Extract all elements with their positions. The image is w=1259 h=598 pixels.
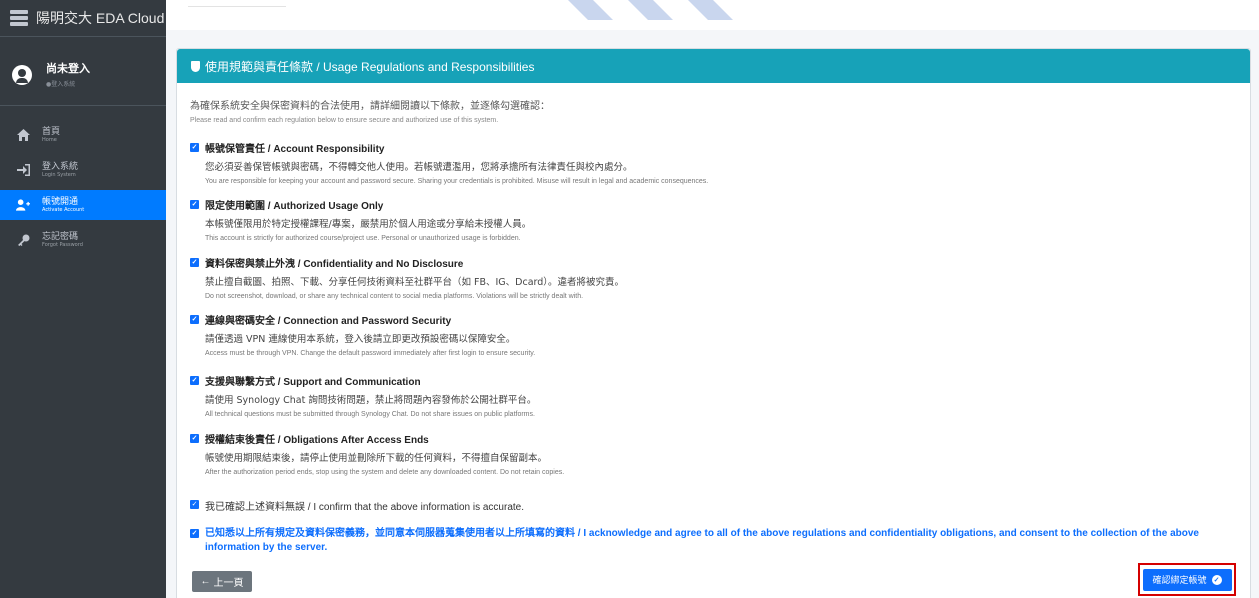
rule-checkbox[interactable]: ✓	[190, 258, 199, 267]
confirm-agree-regulations[interactable]: ✓ 已知悉以上所有規定及資料保密義務，並同意本伺服器蒐集使用者以上所填寫的資料 …	[190, 527, 1230, 555]
usage-regulations-card: 使用規範與責任條款 / Usage Regulations and Respon…	[176, 48, 1251, 598]
rule-en: All technical questions must be submitte…	[205, 411, 535, 418]
rule-title: 連線與密碼安全 / Connection and Password Securi…	[205, 316, 452, 327]
server-icon	[10, 10, 28, 26]
user-panel: 尚未登入 ●登入系統	[0, 44, 166, 106]
user-avatar-icon	[12, 64, 32, 85]
rule-title: 授權結束後責任 / Obligations After Access Ends	[205, 435, 429, 446]
intro: 為確保系統安全與保密資料的合法使用，請詳細閱讀以下條款，並逐條勾選確認： Ple…	[190, 97, 550, 124]
shield-icon	[191, 60, 200, 72]
intro-en: Please read and confirm each regulation …	[190, 117, 499, 124]
logo-watermark-icon	[568, 0, 733, 20]
rule-zh: 請僅透過 VPN 連線使用本系統，登入後請立即更改預設密碼以保障安全。	[205, 334, 516, 345]
intro-zh: 為確保系統安全與保密資料的合法使用，請詳細閱讀以下條款，並逐條勾選確認：	[190, 101, 550, 112]
arrow-left-icon: ←	[200, 576, 211, 587]
brand[interactable]: 陽明交大 EDA Cloud	[0, 0, 166, 37]
rule-obligations-after-access: ✓ 授權結束後責任 / Obligations After Access Ends…	[190, 431, 564, 476]
user-plus-icon	[16, 198, 30, 212]
rule-connection-security: ✓ 連線與密碼安全 / Connection and Password Secur…	[190, 312, 535, 357]
user-status: ●登入系統	[46, 80, 76, 88]
highlight-box: 確認綁定帳號 ✓	[1138, 563, 1236, 596]
rule-confidentiality: ✓ 資料保密與禁止外洩 / Confidentiality and No Disc…	[190, 255, 624, 300]
rule-en: Do not screenshot, download, or share an…	[205, 293, 584, 300]
sidebar-nav: 首頁 Home 登入系統 Login System 帳號開通 Activate …	[0, 120, 166, 255]
rule-title: 資料保密與禁止外洩 / Confidentiality and No Discl…	[205, 259, 464, 270]
rule-checkbox[interactable]: ✓	[190, 376, 199, 385]
rule-account-responsibility: ✓ 帳號保管責任 / Account Responsibility 您必須妥善保管…	[190, 140, 708, 185]
rule-en: Access must be through VPN. Change the d…	[205, 350, 536, 357]
user-name: 尚未登入	[46, 61, 90, 75]
home-icon	[16, 128, 30, 142]
sidebar-item-label: 帳號開通	[42, 196, 79, 207]
app-title: 陽明交大 EDA Cloud	[36, 10, 165, 26]
confirm-button-label: 確認綁定帳號	[1152, 575, 1207, 585]
key-icon	[16, 233, 30, 247]
rule-authorized-usage: ✓ 限定使用範圍 / Authorized Usage Only 本帳號僅限用於特…	[190, 197, 531, 242]
confirm-checkbox[interactable]: ✓	[190, 529, 199, 538]
rule-en: You are responsible for keeping your acc…	[205, 178, 709, 185]
rule-checkbox[interactable]: ✓	[190, 143, 199, 152]
confirm-info-accurate[interactable]: ✓ 我已確認上述資料無誤 / I confirm that the above …	[190, 498, 524, 513]
back-button[interactable]: ← 上一頁	[192, 571, 252, 592]
rule-checkbox[interactable]: ✓	[190, 434, 199, 443]
rule-title: 限定使用範圍 / Authorized Usage Only	[205, 201, 384, 212]
rule-en: This account is strictly for authorized …	[205, 235, 521, 242]
confirm-label: 我已確認上述資料無誤 / I confirm that the above in…	[205, 502, 524, 513]
confirm-checkbox[interactable]: ✓	[190, 500, 199, 509]
sidebar-item-forgot-password[interactable]: 忘記密碼 Forgot Password	[0, 225, 166, 255]
card-header: 使用規範與責任條款 / Usage Regulations and Respon…	[177, 49, 1250, 83]
sidebar-item-label: 忘記密碼	[42, 231, 79, 242]
rule-zh: 請使用 Synology Chat 詢問技術問題，禁止將問題內容發佈於公開社群平…	[205, 395, 537, 406]
sidebar-item-home[interactable]: 首頁 Home	[0, 120, 166, 150]
sidebar-item-activate-account[interactable]: 帳號開通 Activate Account	[0, 190, 166, 220]
rule-zh: 帳號使用期限結束後，請停止使用並刪除所下載的任何資料，不得擅自保留副本。	[205, 453, 548, 464]
check-circle-icon: ✓	[1211, 574, 1222, 585]
sidebar-item-sublabel: Activate Account	[42, 206, 85, 213]
rule-zh: 您必須妥善保管帳號與密碼，不得轉交他人使用。若帳號遭濫用，您將承擔所有法律責任與…	[205, 162, 633, 173]
rule-title: 帳號保管責任 / Account Responsibility	[205, 144, 385, 155]
sidebar-item-sublabel: Home	[42, 136, 57, 143]
sidebar-item-sublabel: Login System	[42, 171, 76, 178]
rule-checkbox[interactable]: ✓	[190, 315, 199, 324]
confirm-label: 已知悉以上所有規定及資料保密義務，並同意本伺服器蒐集使用者以上所填寫的資料 / …	[205, 528, 1199, 553]
rule-en: After the authorization period ends, sto…	[205, 469, 565, 476]
sidebar-item-sublabel: Forgot Password	[42, 241, 83, 248]
back-button-label: 上一頁	[213, 578, 244, 589]
rule-checkbox[interactable]: ✓	[190, 200, 199, 209]
rule-zh: 本帳號僅限用於特定授權課程/專案，嚴禁用於個人用途或分享給未授權人員。	[205, 219, 532, 230]
card-header-title: 使用規範與責任條款 / Usage Regulations and Respon…	[205, 59, 535, 74]
sidebar-item-login[interactable]: 登入系統 Login System	[0, 155, 166, 185]
sidebar-item-label: 首頁	[42, 126, 61, 137]
login-icon	[16, 163, 30, 177]
rule-support-communication: ✓ 支援與聯繫方式 / Support and Communication 請使用…	[190, 373, 536, 418]
divider	[188, 6, 286, 7]
rule-zh: 禁止擅自截圖、拍照、下載、分享任何技術資料至社群平台（如 FB、IG、Dcard…	[205, 277, 625, 288]
rule-title: 支援與聯繫方式 / Support and Communication	[205, 377, 421, 388]
sidebar-item-label: 登入系統	[42, 161, 79, 172]
confirm-bind-account-button[interactable]: 確認綁定帳號 ✓	[1142, 568, 1232, 591]
sidebar: 陽明交大 EDA Cloud 尚未登入 ●登入系統 首頁 Home 登入系統 L…	[0, 0, 166, 598]
